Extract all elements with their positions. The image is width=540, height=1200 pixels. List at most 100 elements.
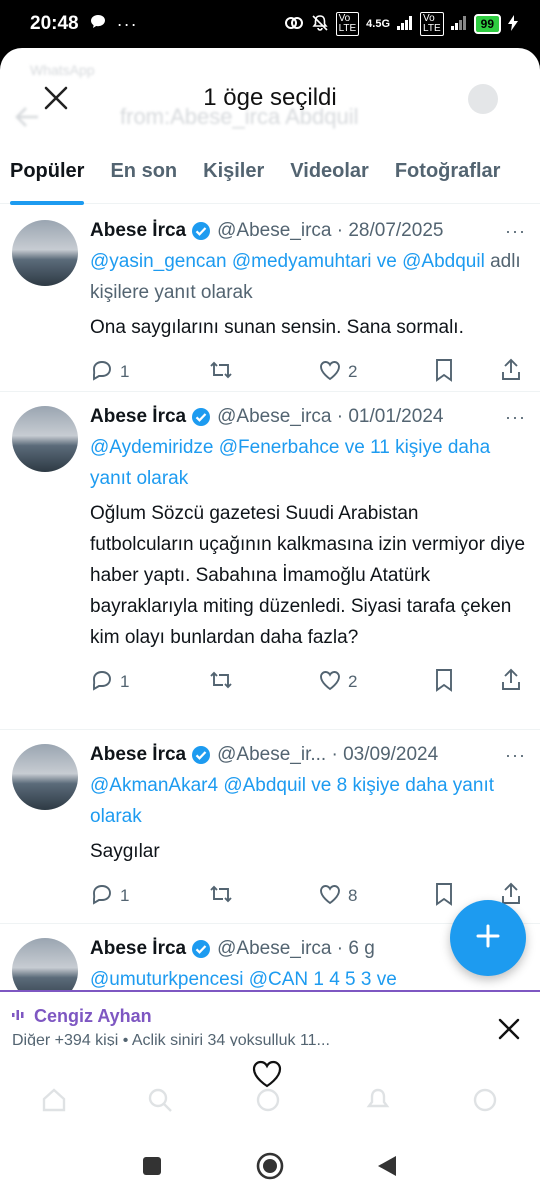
retweet-button[interactable] [208, 883, 318, 910]
recents-button[interactable] [142, 1156, 162, 1181]
search-icon[interactable] [146, 1086, 174, 1119]
like-button[interactable]: 2 [318, 359, 434, 386]
plus-icon [473, 921, 503, 956]
volte-icon-2: Vo LTE [420, 12, 444, 36]
reply-context: @AkmanAkar4 @Abdquil ve 8 kişiye daha ya… [90, 770, 526, 832]
tab-en-son[interactable]: En son [110, 144, 177, 203]
tweet[interactable]: Abese İrca @Abese_irca · 28/07/2025 ··· … [0, 206, 540, 392]
heart-icon [318, 359, 342, 386]
grok-icon[interactable] [254, 1086, 282, 1119]
bookmark-button[interactable] [434, 358, 500, 387]
tab-kisiler[interactable]: Kişiler [203, 144, 264, 203]
like-button[interactable]: 2 [318, 669, 434, 696]
author-name[interactable]: Abese İrca [90, 220, 186, 242]
more-options-icon[interactable]: ··· [505, 221, 526, 242]
reply-icon [90, 358, 114, 387]
reply-count: 1 [120, 362, 130, 381]
share-icon [500, 358, 522, 387]
selection-header: 1 öge seçildi [0, 70, 540, 130]
author-handle[interactable]: @Abese_irca [217, 406, 331, 428]
more-options-icon[interactable]: ··· [505, 745, 526, 766]
volte-icon: Vo LTE [335, 12, 360, 36]
author-name[interactable]: Abese İrca [90, 744, 186, 766]
messages-icon[interactable] [470, 1086, 500, 1119]
verified-badge-icon [191, 221, 211, 241]
author-handle[interactable]: @Abese_ir... [217, 744, 326, 766]
back-button[interactable] [376, 1154, 398, 1183]
bookmark-icon [434, 882, 454, 911]
tweet[interactable]: Abese İrca @Abese_irca · 01/01/2024 ··· … [0, 392, 540, 730]
space-host-name: Cengiz Ayhan [34, 1006, 152, 1026]
reply-mentions[interactable]: @Aydemiridze @Fenerbahce ve 11 kişiye da… [90, 437, 490, 489]
close-space-button[interactable] [492, 1014, 526, 1048]
compose-tweet-button[interactable] [450, 900, 526, 976]
reply-icon [90, 668, 114, 697]
author-name[interactable]: Abese İrca [90, 938, 186, 960]
tweet-text: Oğlum Sözcü gazetesi Suudi Arabistan fut… [90, 503, 526, 648]
audio-wave-icon [12, 1006, 28, 1027]
retweet-button[interactable] [208, 359, 318, 386]
verified-badge-icon [191, 745, 211, 765]
avatar[interactable] [12, 220, 78, 286]
reply-button[interactable]: 1 [90, 882, 208, 911]
link-icon [284, 15, 304, 34]
tweet[interactable]: Abese İrca @Abese_ir... · 03/09/2024 ···… [0, 730, 540, 924]
selection-avatar[interactable] [468, 84, 498, 114]
tweet-date-sep: · [331, 938, 349, 959]
reply-mentions[interactable]: @umuturkpencesi @CAN 1 4 5 3 ve [90, 969, 397, 990]
like-button[interactable]: 8 [318, 883, 434, 910]
chat-notification-icon [89, 13, 107, 36]
tweet-header: Abese İrca @Abese_irca · 28/07/2025 ··· [90, 216, 526, 246]
avatar[interactable] [12, 406, 78, 472]
share-icon [500, 668, 522, 697]
close-icon [498, 1018, 520, 1045]
reply-icon [90, 882, 114, 911]
retweet-icon [208, 669, 234, 696]
reply-button[interactable]: 1 [90, 358, 208, 387]
tweet-date: 6 g [348, 938, 375, 959]
avatar[interactable] [12, 744, 78, 810]
status-time: 20:48 [30, 13, 79, 34]
author-handle[interactable]: @Abese_irca [217, 220, 331, 242]
more-notifications-icon: ··· [116, 13, 138, 34]
tweet-date-sep: · [331, 406, 349, 427]
reply-count: 1 [120, 672, 130, 691]
tab-videolar[interactable]: Videolar [290, 144, 369, 203]
tweet-header: Abese İrca @Abese_irca · 01/01/2024 ··· [90, 402, 526, 432]
charging-icon [508, 14, 518, 34]
bookmark-icon [434, 668, 454, 697]
battery-indicator: 99 [473, 14, 501, 34]
share-button[interactable] [500, 358, 522, 387]
reply-mentions[interactable]: @AkmanAkar4 @Abdquil ve 8 kişiye daha ya… [90, 775, 494, 827]
tweet-actions: 1 2 [90, 653, 526, 711]
status-bar: 20:48 ··· Vo LTE 4.5G Vo LTE 99 [0, 0, 540, 48]
reply-count: 1 [120, 886, 130, 905]
share-button[interactable] [500, 668, 522, 697]
tab-fotograflar[interactable]: Fotoğraflar [395, 144, 501, 203]
author-name[interactable]: Abese İrca [90, 406, 186, 428]
spaces-bar[interactable]: Cengiz Ayhan Diğer +394 kişi • Aclik sin… [0, 990, 540, 1049]
tweet-date: 03/09/2024 [343, 744, 439, 765]
verified-badge-icon [191, 939, 211, 959]
tab-populer[interactable]: Popüler [10, 144, 85, 205]
avatar[interactable] [12, 938, 78, 992]
app-sheet: WhatsApp from:Abese_irca Abdquil 1 öge s… [0, 48, 540, 1122]
notifications-icon[interactable] [364, 1086, 392, 1119]
retweet-icon [208, 359, 234, 386]
reply-button[interactable]: 1 [90, 668, 208, 697]
heart-icon [318, 883, 342, 910]
reply-context: @yasin_gencan @medyamuhtari ve @Abdquil … [90, 246, 526, 308]
signal-icon-2 [450, 15, 467, 33]
retweet-button[interactable] [208, 669, 318, 696]
more-options-icon[interactable]: ··· [505, 407, 526, 428]
reply-mentions[interactable]: @yasin_gencan @medyamuhtari ve @Abdquil [90, 251, 485, 272]
mute-icon [311, 14, 329, 35]
home-button[interactable] [256, 1152, 284, 1185]
verified-badge-icon [191, 407, 211, 427]
retweet-icon [208, 883, 234, 910]
home-icon[interactable] [40, 1086, 68, 1119]
network-label: 4.5G [366, 18, 391, 30]
author-handle[interactable]: @Abese_irca [217, 938, 331, 960]
tweet-header: Abese İrca @Abese_ir... · 03/09/2024 ··· [90, 740, 526, 770]
bookmark-button[interactable] [434, 668, 500, 697]
